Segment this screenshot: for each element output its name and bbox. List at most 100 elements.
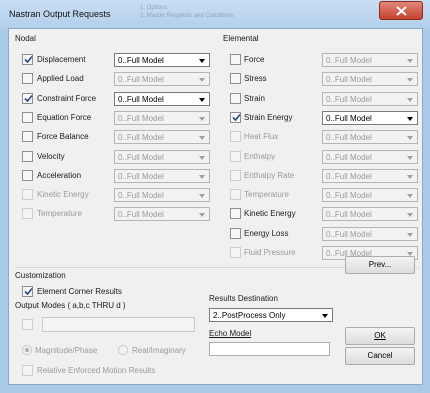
chevron-down-icon xyxy=(199,116,205,121)
nodal-constraint-force-dropdown[interactable]: 0..Full Model xyxy=(114,91,210,106)
elemental-temperature-dropdown-value: 0..Full Model xyxy=(326,191,372,201)
elemental-enthalpy-rate-label: Enthalpy Rate xyxy=(244,170,295,180)
nodal-displacement-dropdown[interactable]: 0..Full Model xyxy=(114,53,210,67)
checkmark-icon xyxy=(24,94,33,102)
elemental-heading: Elemental xyxy=(223,34,259,43)
elemental-heat-flux-checkbox[interactable] xyxy=(230,131,241,143)
nodal-force-balance-dropdown[interactable]: 0..Full Model xyxy=(114,130,210,145)
nodal-force-balance-label: Force Balance xyxy=(37,132,89,142)
elemental-strain-energy-dropdown[interactable]: 0..Full Model xyxy=(322,110,418,125)
elemental-enthalpy-checkbox[interactable] xyxy=(230,150,241,162)
background-window-text: 1. Options 2. Master Requests and Condit… xyxy=(140,5,234,19)
nodal-constraint-force-checkbox[interactable] xyxy=(22,92,33,104)
prev-button[interactable]: Prev... xyxy=(345,256,415,274)
elemental-stress-label: Stress xyxy=(244,74,267,84)
output-modes-checkbox[interactable] xyxy=(22,319,33,330)
elemental-strain-checkbox[interactable] xyxy=(230,92,241,104)
echo-model-input[interactable] xyxy=(209,342,330,356)
elemental-enthalpy-dropdown-value: 0..Full Model xyxy=(326,152,372,162)
elemental-stress-dropdown[interactable]: 0..Full Model xyxy=(322,72,418,87)
title-bar: Nastran Output Requests 1. Options 2. Ma… xyxy=(0,0,430,28)
nodal-equation-force-checkbox[interactable] xyxy=(22,111,33,123)
nodal-applied-load-dropdown-value: 0..Full Model xyxy=(118,75,164,85)
elemental-enthalpy-dropdown[interactable]: 0..Full Model xyxy=(322,149,418,164)
elemental-stress-dropdown-value: 0..Full Model xyxy=(326,75,372,85)
relative-motion-checkbox[interactable] xyxy=(22,365,33,376)
elemental-strain-dropdown[interactable]: 0..Full Model xyxy=(322,91,418,106)
results-destination-dropdown[interactable]: 2..PostProcess Only xyxy=(209,308,333,322)
elemental-enthalpy-rate-dropdown[interactable]: 0..Full Model xyxy=(322,168,418,183)
elemental-fluid-pressure-checkbox[interactable] xyxy=(230,247,241,258)
magnitude-phase-label: Magnitude/Phase xyxy=(35,346,98,355)
nodal-constraint-force-dropdown-value: 0..Full Model xyxy=(118,94,164,104)
elemental-energy-loss-checkbox[interactable] xyxy=(230,227,241,239)
nodal-equation-force-dropdown[interactable]: 0..Full Model xyxy=(114,110,210,125)
nodal-temperature-label: Temperature xyxy=(37,209,82,219)
nodal-kinetic-energy-checkbox[interactable] xyxy=(22,189,33,201)
elemental-temperature-label: Temperature xyxy=(244,190,289,200)
nodal-force-balance-dropdown-value: 0..Full Model xyxy=(118,133,164,143)
chevron-down-icon xyxy=(199,97,205,102)
checkmark-icon xyxy=(24,55,33,64)
nodal-velocity-dropdown[interactable]: 0..Full Model xyxy=(114,149,210,164)
nodal-constraint-force-label: Constraint Force xyxy=(37,93,97,103)
relative-motion-label: Relative Enforced Motion Results xyxy=(37,366,156,375)
elemental-fluid-pressure-label: Fluid Pressure xyxy=(244,248,296,257)
nodal-applied-load-label: Applied Load xyxy=(37,74,84,84)
nodal-force-balance-checkbox[interactable] xyxy=(22,131,33,143)
chevron-down-icon xyxy=(407,232,413,237)
customization-heading: Customization xyxy=(15,271,66,280)
element-corner-checkbox[interactable] xyxy=(22,286,33,297)
chevron-down-icon xyxy=(407,194,413,199)
elemental-kinetic-energy-checkbox[interactable] xyxy=(230,208,241,220)
nodal-displacement-dropdown-value: 0..Full Model xyxy=(118,56,164,65)
nodal-kinetic-energy-label: Kinetic Energy xyxy=(37,190,89,200)
ok-button[interactable]: OK xyxy=(345,327,415,345)
chevron-down-icon xyxy=(407,97,413,102)
elemental-kinetic-energy-dropdown[interactable]: 0..Full Model xyxy=(322,207,418,222)
elemental-energy-loss-dropdown-value: 0..Full Model xyxy=(326,229,372,239)
nodal-temperature-dropdown[interactable]: 0..Full Model xyxy=(114,207,210,222)
nodal-displacement-checkbox[interactable] xyxy=(22,54,33,65)
radio-selected-dot xyxy=(25,348,29,352)
cancel-button[interactable]: Cancel xyxy=(345,347,415,365)
elemental-strain-energy-checkbox[interactable] xyxy=(230,111,241,123)
elemental-force-dropdown[interactable]: 0..Full Model xyxy=(322,53,418,67)
elemental-strain-energy-label: Strain Energy xyxy=(244,112,293,122)
chevron-down-icon xyxy=(407,78,413,83)
output-modes-input[interactable] xyxy=(42,317,195,332)
nodal-acceleration-dropdown[interactable]: 0..Full Model xyxy=(114,168,210,183)
elemental-heat-flux-dropdown[interactable]: 0..Full Model xyxy=(322,130,418,145)
nodal-equation-force-label: Equation Force xyxy=(37,112,92,122)
elemental-temperature-checkbox[interactable] xyxy=(230,189,241,201)
chevron-down-icon xyxy=(407,174,413,179)
magnitude-phase-radio[interactable] xyxy=(22,345,32,355)
checkmark-icon xyxy=(24,287,33,296)
elemental-strain-dropdown-value: 0..Full Model xyxy=(326,94,372,104)
elemental-force-checkbox[interactable] xyxy=(230,54,241,65)
elemental-enthalpy-rate-checkbox[interactable] xyxy=(230,169,241,181)
nodal-acceleration-checkbox[interactable] xyxy=(22,169,33,181)
chevron-down-icon xyxy=(407,213,413,218)
nodal-applied-load-dropdown[interactable]: 0..Full Model xyxy=(114,72,210,87)
chevron-down-icon xyxy=(199,155,205,160)
elemental-energy-loss-dropdown[interactable]: 0..Full Model xyxy=(322,226,418,241)
elemental-kinetic-energy-label: Kinetic Energy xyxy=(244,209,296,219)
elemental-temperature-dropdown[interactable]: 0..Full Model xyxy=(322,188,418,203)
nodal-temperature-checkbox[interactable] xyxy=(22,208,33,220)
close-button[interactable] xyxy=(379,1,423,20)
element-corner-label: Element Corner Results xyxy=(37,287,122,296)
chevron-down-icon xyxy=(199,136,205,141)
real-imaginary-radio[interactable] xyxy=(118,345,128,355)
nodal-velocity-checkbox[interactable] xyxy=(22,150,33,162)
nodal-applied-load-checkbox[interactable] xyxy=(22,73,33,85)
checkmark-icon xyxy=(232,113,241,122)
elemental-stress-checkbox[interactable] xyxy=(230,73,241,85)
elemental-force-label: Force xyxy=(244,55,265,64)
nodal-displacement-label: Displacement xyxy=(37,55,86,64)
elemental-heat-flux-dropdown-value: 0..Full Model xyxy=(326,133,372,143)
results-destination-value: 2..PostProcess Only xyxy=(213,311,286,320)
nodal-velocity-dropdown-value: 0..Full Model xyxy=(118,152,164,162)
nodal-kinetic-energy-dropdown[interactable]: 0..Full Model xyxy=(114,188,210,203)
results-destination-label: Results Destination xyxy=(209,294,278,303)
